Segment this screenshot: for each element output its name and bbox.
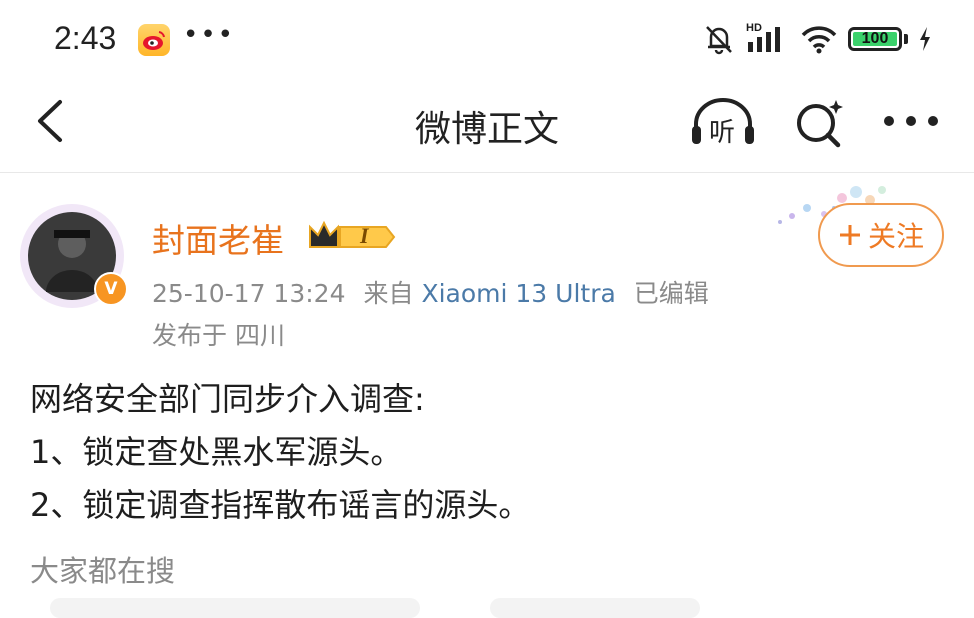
status-icons: HD 100 [702, 22, 932, 56]
weibo-notification-icon [138, 24, 170, 56]
edited-label: 已编辑 [633, 279, 709, 308]
post-meta: 25-10-17 13:24 来自 Xiaomi 13 Ultra 已编辑 [152, 274, 709, 310]
post-body-line: 1、锁定查处黑水军源头。 [30, 433, 403, 471]
status-time: 2:43 [54, 20, 117, 56]
member-badge[interactable]: I [306, 217, 398, 255]
cell-signal-icon: HD [746, 22, 790, 56]
search-button[interactable] [794, 97, 846, 149]
source-prefix: 来自 [363, 279, 414, 308]
trending-chip[interactable] [50, 598, 420, 618]
post-body: 网络安全部门同步介入调查: 1、锁定查处黑水军源头。 2、锁定调查指挥散布谣言的… [30, 373, 950, 532]
battery-level: 100 [861, 30, 889, 47]
member-level: I [360, 223, 369, 248]
verified-mark: V [104, 279, 118, 299]
trending-search-label: 大家都在搜 [30, 554, 176, 588]
mute-bell-icon [706, 26, 732, 55]
status-more-dots: ••• [183, 20, 236, 50]
plus-icon [839, 225, 860, 245]
post-timestamp: 25-10-17 13:24 [152, 279, 346, 308]
post-body-line: 2、锁定调查指挥散布谣言的源头。 [30, 486, 531, 524]
author-name[interactable]: 封面老崔 [152, 214, 284, 262]
follow-label: 关注 [867, 220, 924, 253]
listen-button[interactable]: 听 [690, 96, 756, 148]
post-location: 发布于 四川 [152, 321, 285, 350]
trending-chip[interactable] [490, 598, 700, 618]
nav-divider [0, 172, 974, 173]
wifi-icon [801, 26, 837, 54]
follow-button[interactable]: 关注 [818, 203, 944, 267]
listen-label: 听 [709, 118, 736, 148]
battery-tip [904, 34, 908, 44]
battery-icon: 100 [848, 27, 902, 51]
search-icon [797, 100, 843, 148]
post-body-line: 网络安全部门同步介入调查: [30, 380, 425, 418]
more-options-button[interactable] [882, 106, 940, 136]
charging-bolt-icon [920, 27, 930, 51]
more-dots-icon [884, 116, 938, 126]
device-link[interactable]: Xiaomi 13 Ultra [421, 279, 615, 308]
verified-badge: V [94, 272, 128, 306]
trending-chip-row [0, 592, 974, 618]
avatar[interactable]: V [18, 202, 130, 314]
